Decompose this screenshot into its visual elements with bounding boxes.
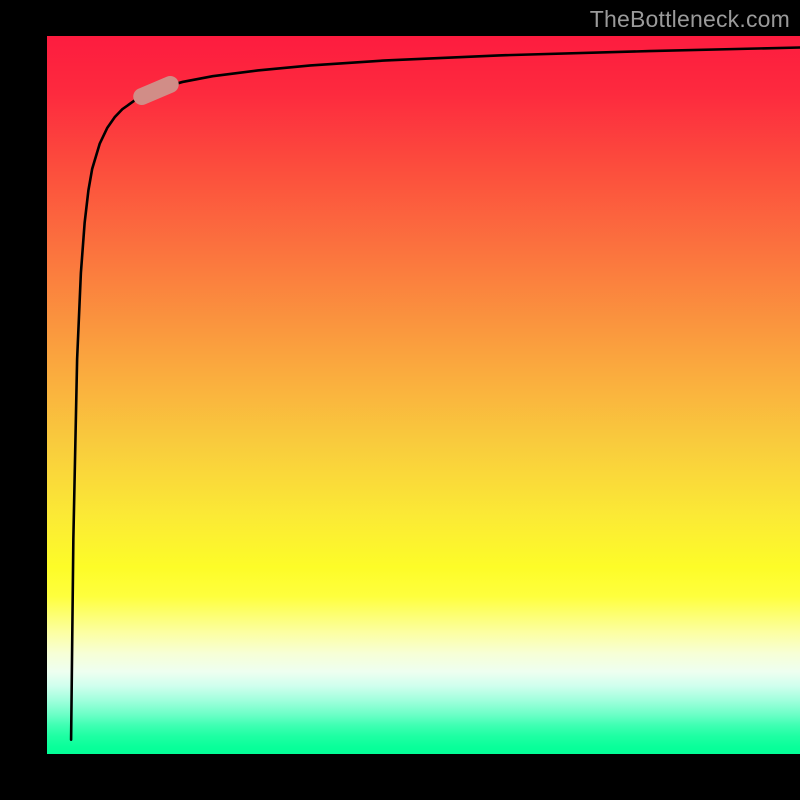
curve-path: [71, 47, 800, 739]
watermark-text: TheBottleneck.com: [590, 6, 790, 33]
chart-curve: [47, 36, 800, 754]
